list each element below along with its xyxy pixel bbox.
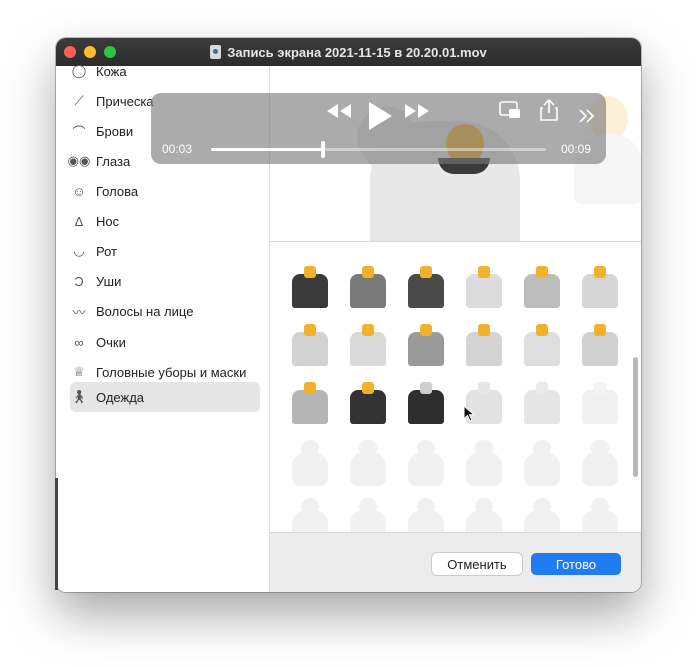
clothing-option[interactable] (292, 382, 328, 424)
clothing-option[interactable] (466, 324, 502, 366)
sidebar-item-head[interactable]: ☺ Голова (70, 176, 260, 206)
sidebar-item-label: Очки (96, 334, 126, 350)
cancel-button[interactable]: Отменить (432, 553, 522, 575)
mustache-icon: 〰 (72, 304, 86, 320)
clothing-option[interactable] (582, 324, 618, 366)
sidebar-item-label: Кожа (96, 63, 127, 79)
fast-forward-button[interactable] (403, 101, 431, 121)
sidebar-item-mouth[interactable]: ◡ Рот (70, 236, 260, 266)
clothing-placeholder (524, 440, 560, 486)
clothing-option[interactable] (582, 382, 618, 424)
clothing-placeholder (582, 440, 618, 486)
clothing-option[interactable] (466, 266, 502, 308)
sidebar-item-skin[interactable]: ◯ Кожа (70, 56, 260, 86)
sidebar-item-label: Рот (96, 243, 117, 259)
person-walking-icon: 🚶︎ (70, 389, 88, 404)
nose-icon: ∆ (75, 213, 83, 229)
clothing-placeholder (350, 440, 386, 486)
sidebar-item-label: Нос (96, 213, 120, 229)
play-icon (369, 102, 392, 130)
grid-scrollbar[interactable] (633, 357, 638, 477)
video-player-controls: 00:03 00:09 (151, 93, 606, 164)
clothing-placeholder (524, 498, 560, 532)
clothing-option[interactable] (350, 324, 386, 366)
share-button[interactable] (537, 98, 561, 122)
scrubber-handle[interactable] (320, 141, 325, 158)
sidebar-item-label: Прическа (96, 93, 154, 109)
picture-in-picture-icon (499, 101, 520, 118)
desktop-edge (55, 478, 58, 590)
mouth-icon: ◡ (73, 243, 85, 258)
sidebar-item-ears[interactable]: Ͻ Уши (70, 266, 260, 296)
clothing-placeholder (350, 498, 386, 532)
clothing-placeholder (408, 498, 444, 532)
ear-icon: Ͻ (74, 273, 84, 289)
clothing-option[interactable] (582, 266, 618, 308)
fast-forward-icon (405, 104, 429, 118)
clothing-option[interactable] (292, 266, 328, 308)
eyes-icon: ◉◉ (67, 153, 91, 168)
comb-icon: ⟋ (74, 93, 84, 108)
clothing-placeholder (466, 440, 502, 486)
clothing-option[interactable] (524, 324, 560, 366)
clothing-placeholder (466, 498, 502, 532)
clothing-option[interactable] (350, 266, 386, 308)
sidebar-item-label: Волосы на лице (96, 303, 194, 319)
clothing-option[interactable] (524, 382, 560, 424)
sidebar-item-clothing[interactable]: 🚶︎ Одежда (70, 382, 260, 412)
clothing-placeholder (292, 498, 328, 532)
total-time: 00:09 (561, 142, 592, 156)
clothing-placeholder (582, 498, 618, 532)
sidebar-item-label: Глаза (96, 153, 131, 169)
clothing-grid (270, 242, 641, 532)
share-icon (540, 99, 558, 121)
rewind-button[interactable] (325, 101, 353, 121)
window-title-text: Запись экрана 2021-11-15 в 20.20.01.mov (227, 44, 487, 60)
sidebar-item-label: Голова (96, 183, 139, 199)
mouse-cursor-icon (463, 405, 476, 422)
sidebar-item-nose[interactable]: ∆ Нос (70, 206, 260, 236)
clothing-option[interactable] (408, 266, 444, 308)
picture-in-picture-button[interactable] (497, 99, 523, 121)
clothing-option[interactable] (292, 324, 328, 366)
sidebar-item-label: Уши (96, 273, 122, 289)
head-icon: ☺ (72, 183, 86, 199)
play-button[interactable] (363, 99, 397, 133)
playback-scrubber[interactable] (211, 141, 546, 158)
sidebar-item-facial-hair[interactable]: 〰 Волосы на лице (70, 296, 260, 326)
playback-progress (211, 148, 323, 151)
current-time: 00:03 (162, 142, 193, 156)
skin-icon: ◯ (71, 63, 87, 78)
clothing-option[interactable] (408, 324, 444, 366)
clothing-option[interactable] (408, 382, 444, 424)
sidebar-item-glasses[interactable]: ∞ Очки (70, 327, 260, 357)
done-button[interactable]: Готово (531, 553, 621, 575)
sidebar-item-label: Одежда (96, 389, 145, 405)
dialog-footer: Отменить Готово (270, 532, 641, 592)
sidebar-item-label: Головные уборы и маски (96, 364, 247, 380)
clothing-option[interactable] (524, 266, 560, 308)
glasses-icon: ∞ (74, 334, 84, 350)
rewind-icon (327, 104, 351, 118)
eyebrow-icon: ⌒ (72, 124, 86, 140)
clothing-placeholder (292, 440, 328, 486)
more-controls-button[interactable] (575, 105, 599, 127)
double-chevron-right-icon (579, 109, 595, 123)
sidebar-item-label: Брови (96, 123, 134, 139)
clothing-placeholder (408, 440, 444, 486)
crown-icon: ♕ (73, 364, 85, 379)
clothing-option[interactable] (350, 382, 386, 424)
